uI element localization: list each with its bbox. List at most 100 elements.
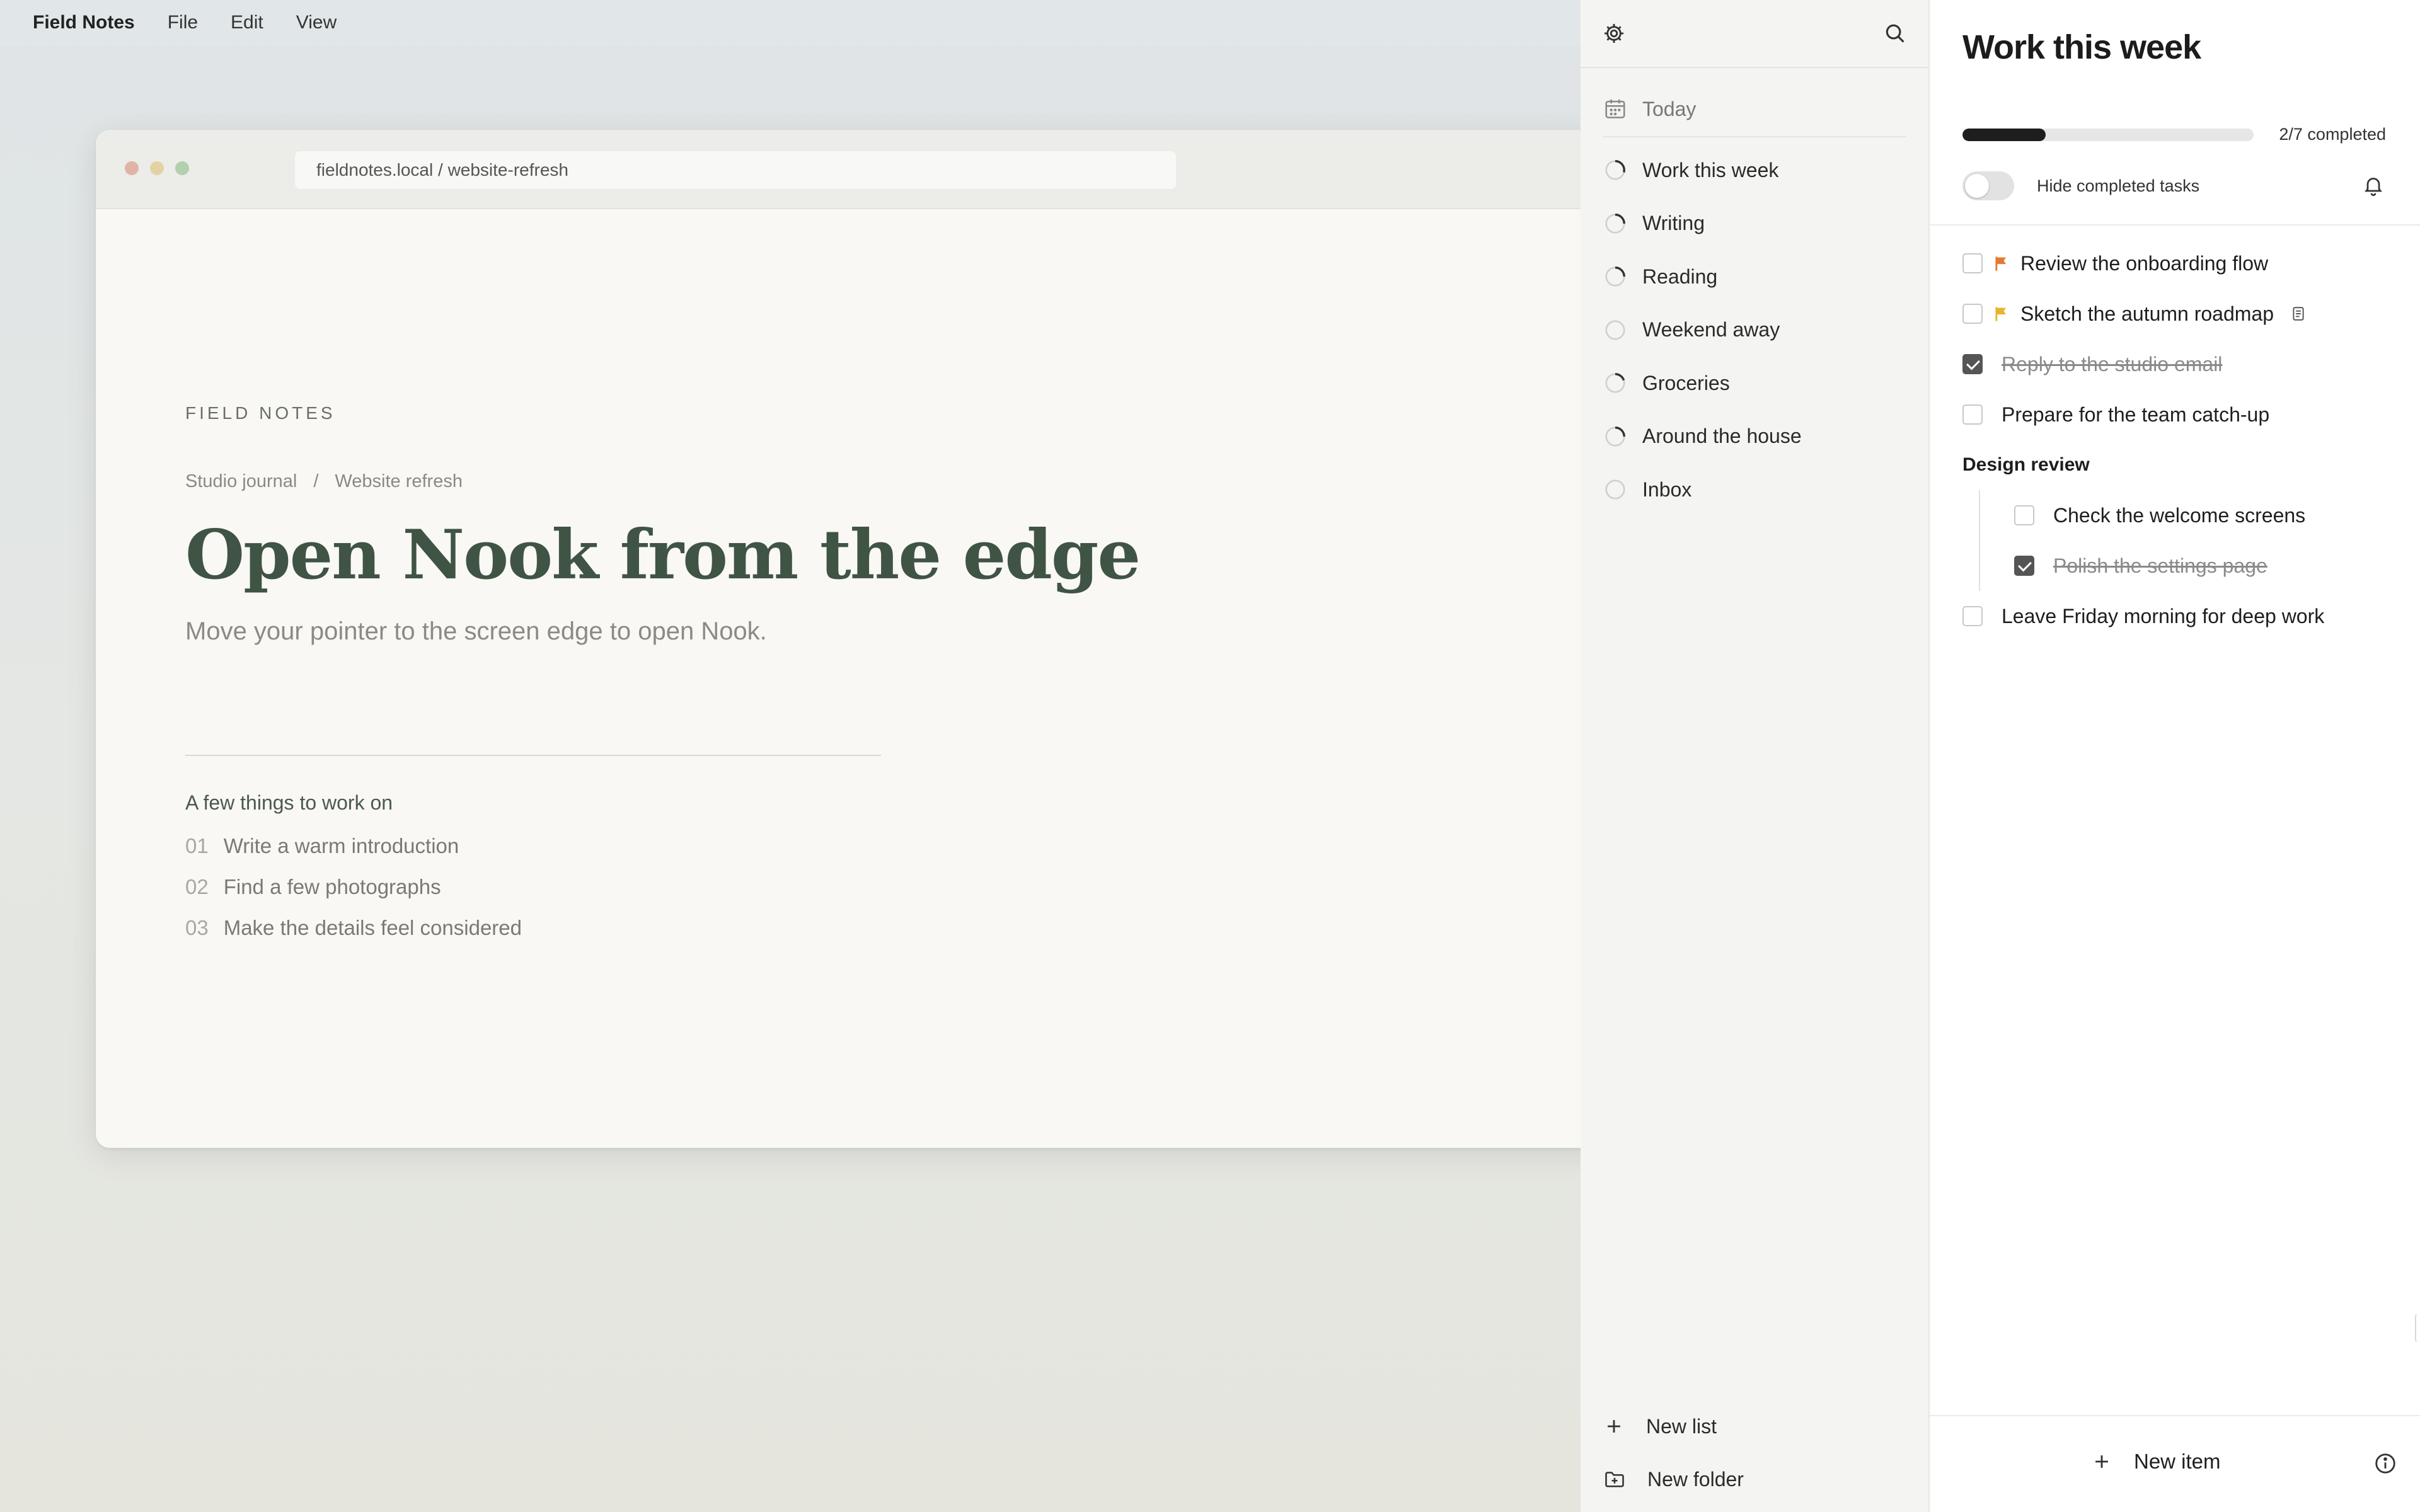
folder-plus-icon: [1603, 1468, 1626, 1491]
minimize-window-button[interactable]: [150, 161, 164, 175]
resize-handle[interactable]: [2415, 1314, 2420, 1342]
zoom-window-button[interactable]: [175, 161, 189, 175]
task-title[interactable]: Sketch the autumn roadmap: [2020, 302, 2274, 326]
progress-ring-icon: [1603, 478, 1627, 501]
sidebar-item-label: Weekend away: [1642, 318, 1780, 341]
divider: [1930, 1415, 2420, 1416]
new-folder-button[interactable]: New folder: [1603, 1453, 1916, 1506]
app-name[interactable]: Field Notes: [33, 12, 135, 33]
hide-completed-toggle[interactable]: [1962, 171, 2014, 200]
task-checkbox[interactable]: [1962, 354, 1983, 374]
sidebar-item-weekend-away[interactable]: Weekend away: [1603, 304, 1916, 357]
task-row: Reply to the studio email: [1962, 339, 2401, 389]
sidebar-item-around-the-house[interactable]: Around the house: [1603, 410, 1916, 464]
menu-edit[interactable]: Edit: [231, 12, 263, 33]
task-row: Sketch the autumn roadmap: [1962, 289, 2401, 339]
todo-list: 01 Write a warm introduction 02 Find a few…: [185, 834, 522, 957]
address-bar[interactable]: fieldnotes.local / website-refresh: [294, 150, 1177, 190]
sidebar-item-inbox[interactable]: Inbox: [1603, 463, 1916, 517]
new-item-label: New item: [2134, 1450, 2221, 1473]
note-icon[interactable]: [2290, 306, 2307, 322]
gear-icon[interactable]: [1602, 21, 1626, 45]
progress-bar-fill: [1962, 129, 2046, 141]
list-item-text: Make the details feel considered: [223, 916, 522, 939]
search-icon[interactable]: [1883, 21, 1907, 45]
sidebar-item-writing[interactable]: Writing: [1603, 197, 1916, 251]
calendar-icon: [1603, 97, 1627, 121]
site-eyebrow: FIELD NOTES: [185, 403, 336, 423]
completed-count: 2/7 completed: [2279, 125, 2386, 144]
list-detail-panel: Work this week 2/7 completed Hide comple…: [1930, 0, 2420, 1512]
task-row: Check the welcome screens: [1979, 490, 2401, 541]
list-item-number: 02: [185, 875, 209, 898]
progress-ring-icon: [1603, 158, 1627, 182]
page-subtitle: Move your pointer to the screen edge to …: [185, 617, 767, 645]
divider: [185, 755, 881, 756]
list-title: Work this week: [1962, 28, 2201, 66]
list-item-text: Write a warm introduction: [223, 834, 459, 857]
task-checkbox[interactable]: [1962, 606, 1983, 626]
sidebar-item-today[interactable]: Today: [1603, 82, 1906, 137]
menu-bar: Field Notes File Edit View: [0, 0, 1581, 45]
menu-view[interactable]: View: [296, 12, 337, 33]
task-title[interactable]: Prepare for the team catch-up: [2002, 403, 2269, 427]
breadcrumb-website-refresh[interactable]: Website refresh: [335, 471, 463, 492]
sidebar-item-label: Inbox: [1642, 478, 1692, 501]
task-list: Review the onboarding flow Sketch the au…: [1962, 238, 2401, 641]
list-item-text: Find a few photographs: [223, 875, 441, 898]
task-title[interactable]: Review the onboarding flow: [2020, 252, 2268, 275]
progress-ring-icon: [1603, 265, 1627, 289]
sidebar-item-label: Work this week: [1642, 158, 1779, 181]
task-checkbox[interactable]: [1962, 253, 1983, 273]
list-item-number: 03: [185, 916, 209, 939]
task-row: Review the onboarding flow: [1962, 238, 2401, 289]
sidebar-item-label: Groceries: [1642, 371, 1730, 394]
sidebar-item-label: Writing: [1642, 212, 1705, 235]
breadcrumb-studio-journal[interactable]: Studio journal: [185, 471, 297, 492]
task-title[interactable]: Reply to the studio email: [2002, 353, 2222, 376]
plus-icon: [2091, 1451, 2112, 1472]
page-title: Open Nook from the edge: [185, 515, 1141, 595]
info-icon[interactable]: [2373, 1452, 2397, 1475]
menu-file[interactable]: File: [168, 12, 198, 33]
sidebar-item-work-this-week[interactable]: Work this week: [1603, 144, 1916, 197]
bell-icon[interactable]: [2362, 174, 2385, 197]
task-checkbox[interactable]: [1962, 404, 1983, 425]
sidebar-item-reading[interactable]: Reading: [1603, 250, 1916, 304]
task-row: Prepare for the team catch-up: [1962, 389, 2401, 440]
task-title[interactable]: Polish the settings page: [2053, 554, 2267, 578]
new-item-button[interactable]: New item: [2091, 1443, 2221, 1480]
task-row: Polish the settings page: [1979, 541, 2401, 591]
sidebar-item-label: Reading: [1642, 265, 1718, 288]
progress-ring-icon: [1603, 371, 1627, 395]
flag-icon: [1993, 304, 2010, 323]
sidebar-item-groceries[interactable]: Groceries: [1603, 357, 1916, 410]
breadcrumb: Studio journal / Website refresh: [185, 471, 463, 492]
todo-heading: A few things to work on: [185, 791, 393, 814]
nook-sidebar: Today Work this week Writing Reading Wee…: [1581, 0, 1930, 1512]
new-list-button[interactable]: New list: [1603, 1400, 1916, 1453]
sidebar-toolbar: [1581, 0, 1928, 68]
progress-bar: [1962, 129, 2254, 141]
progress-ring-icon: [1603, 212, 1627, 236]
task-group-heading[interactable]: Design review: [1962, 440, 2401, 490]
list-item: 02 Find a few photographs: [185, 875, 522, 916]
sidebar-footer: New list New folder: [1603, 1400, 1916, 1506]
task-checkbox[interactable]: [2014, 505, 2034, 525]
close-window-button[interactable]: [125, 161, 139, 175]
sidebar-lists: Work this week Writing Reading Weekend a…: [1603, 144, 1916, 517]
task-row: Leave Friday morning for deep work: [1962, 591, 2401, 641]
list-item: 03 Make the details feel considered: [185, 916, 522, 957]
page-content: FIELD NOTES Studio journal / Website ref…: [185, 209, 1608, 1148]
sidebar-item-label: Today: [1642, 97, 1697, 120]
list-item: 01 Write a warm introduction: [185, 834, 522, 875]
sidebar-item-label: Around the house: [1642, 425, 1802, 448]
task-title[interactable]: Leave Friday morning for deep work: [2002, 605, 2324, 628]
plus-icon: [1603, 1416, 1625, 1437]
new-folder-label: New folder: [1647, 1467, 1744, 1491]
task-checkbox[interactable]: [2014, 556, 2034, 576]
progress-ring-icon: [1603, 425, 1627, 449]
breadcrumb-separator: /: [313, 471, 319, 491]
task-checkbox[interactable]: [1962, 304, 1983, 324]
task-title[interactable]: Check the welcome screens: [2053, 504, 2305, 527]
